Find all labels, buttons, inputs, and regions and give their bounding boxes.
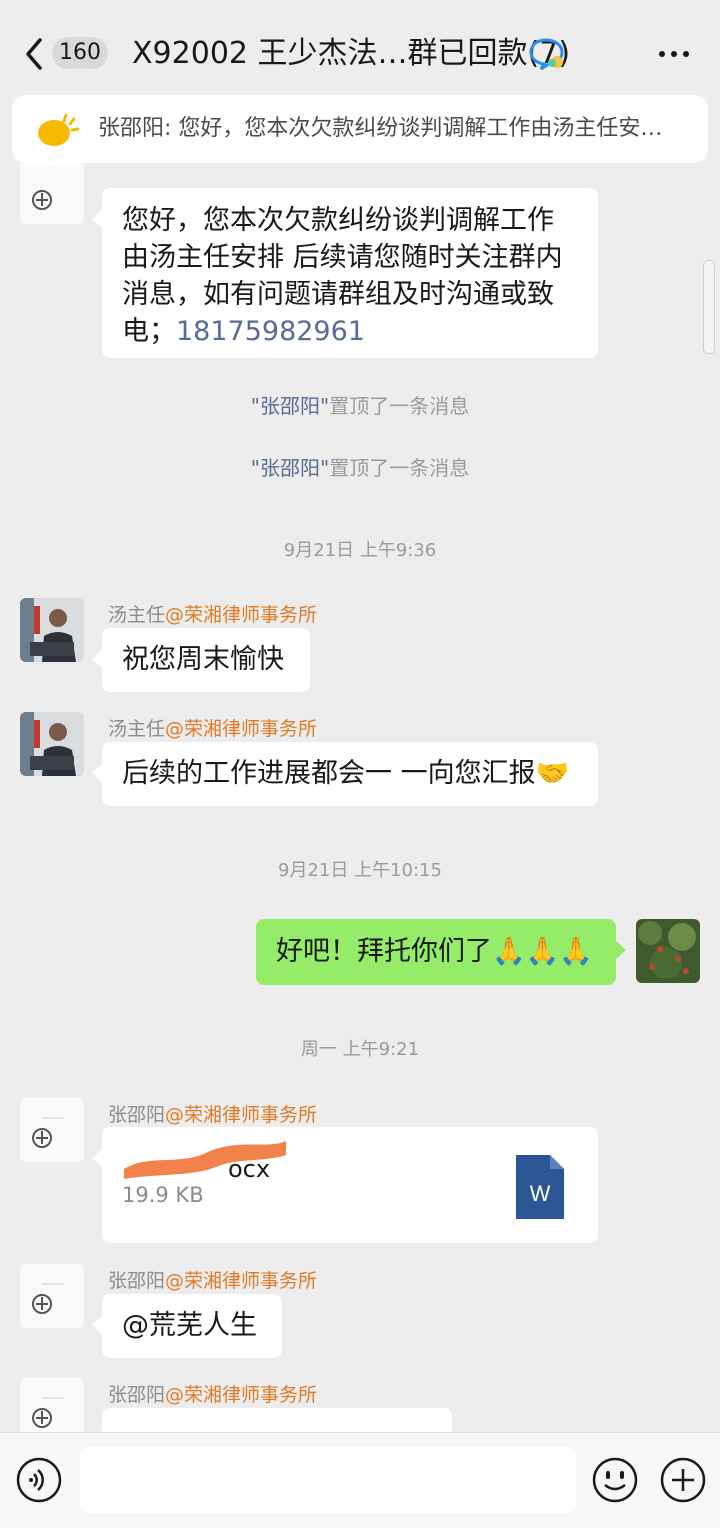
sender-name-text: 张邵阳 [108,1104,166,1126]
pinned-message-text: 张邵阳: 您好，您本次欠款纠纷谈判调解工作由汤主任安… [98,116,663,141]
message-text-body: 好吧！拜托你们了 [276,936,492,967]
avatar[interactable] [20,598,84,662]
sender-name: 张邵阳@荣湘律师事务所 [108,1266,317,1293]
sender-name-text: 汤主任 [108,718,166,740]
message-bubble[interactable]: 您好，您本次欠款纠纷谈判调解工作 由汤主任安排 后续请您随时关注群内 消息，如有… [92,188,598,358]
message-bubble[interactable]: 后续的工作进展都会一 一向您汇报🤝 [92,742,598,806]
sun-icon [38,113,80,146]
system-message-action: 置顶了一条消息 [329,394,470,418]
sender-name-text: 张邵阳 [108,1270,166,1292]
message-line: 电；18175982961 [122,313,563,350]
system-message-action: 置顶了一条消息 [329,456,470,480]
message-text: 好吧！拜托你们了🙏🙏🙏 [276,919,593,985]
file-size: 19.9 KB [122,1183,204,1207]
sender-name-text: 汤主任 [108,604,166,626]
unread-count-badge[interactable]: 160 [52,37,108,69]
input-bar [0,1432,720,1528]
avatar-photo [636,919,700,983]
pinned-message-bar[interactable]: 张邵阳: 您好，您本次欠款纠纷谈判调解工作由汤主任安… [12,95,708,163]
back-arrow-icon[interactable] [20,34,50,74]
avatar[interactable] [20,712,84,776]
sender-org: @荣湘律师事务所 [165,1270,318,1292]
word-file-icon-letter: W [529,1181,551,1206]
file-name: ocx [228,1155,271,1183]
pray-emoji: 🙏🙏🙏 [492,936,593,967]
message-input[interactable] [80,1447,576,1513]
sender-name: 汤主任@荣湘律师事务所 [108,600,317,627]
timestamp: 9月21日 上午10:15 [278,860,442,881]
sender-org: @荣湘律师事务所 [165,604,318,626]
message-line: 由汤主任安排 后续请您随时关注群内 [122,242,563,273]
sender-name: 张邵阳@荣湘律师事务所 [108,1380,317,1407]
message-text: 后续的工作进展都会一 一向您汇报🤝 [122,742,569,806]
sender-org: @荣湘律师事务所 [165,718,318,740]
message-text: 祝您周末愉快 [122,644,284,675]
system-message-user[interactable]: "张邵阳" [251,394,329,418]
sender-name: 张邵阳@荣湘律师事务所 [108,1100,317,1127]
file-message[interactable]: ocx 19.9 KB W [92,1127,598,1243]
message-text: @荒芜人生 [122,1310,257,1341]
avatar[interactable] [20,1098,84,1162]
system-message-user[interactable]: "张邵阳" [251,456,329,480]
system-message: "张邵阳"置顶了一条消息 [0,390,720,419]
message-text-body: 后续的工作进展都会一 一向您汇报 [122,758,536,789]
system-message: "张邵阳"置顶了一条消息 [0,452,720,481]
message-bubble[interactable]: @荒芜人生 [92,1294,282,1358]
avatar[interactable] [20,1264,84,1328]
phone-link[interactable]: 18175982961 [176,316,365,347]
message-text-prefix: 电； [122,316,176,347]
top-bar: 160 X92002 王少杰法…群已回款(7) [0,0,720,100]
scrollbar[interactable] [703,260,715,354]
sender-name-text: 张邵阳 [108,1384,166,1406]
avatar-self[interactable] [636,919,700,983]
chat-title[interactable]: X92002 王少杰法…群已回款(7) [132,32,570,76]
word-file-icon: W [516,1155,564,1219]
message-bubble[interactable]: 祝您周末愉快 [92,628,310,692]
handshake-emoji: 🤝 [535,758,570,789]
message-line: 您好，您本次欠款纠纷谈判调解工作 [122,205,554,236]
sender-org: @荣湘律师事务所 [165,1104,318,1126]
plus-icon[interactable] [660,1457,706,1503]
sender-org: @荣湘律师事务所 [165,1384,318,1406]
timestamp: 周一 上午9:21 [300,1039,420,1060]
sender-name: 汤主任@荣湘律师事务所 [108,714,317,741]
avatar-photo [20,598,84,662]
voice-icon[interactable] [16,1457,62,1503]
message-bubble-self[interactable]: 好吧！拜托你们了🙏🙏🙏 [256,919,626,985]
emoji-icon[interactable] [592,1457,638,1503]
timestamp: 9月21日 上午9:36 [283,540,437,561]
message-line: 消息，如有问题请群组及时沟通或致 [122,279,554,310]
avatar[interactable] [20,160,84,224]
message-text: 您好，您本次欠款纠纷谈判调解工作 由汤主任安排 后续请您随时关注群内 消息，如有… [122,202,563,350]
group-chat-icon [529,38,564,71]
more-icon[interactable] [658,40,690,68]
avatar-photo [20,712,84,776]
